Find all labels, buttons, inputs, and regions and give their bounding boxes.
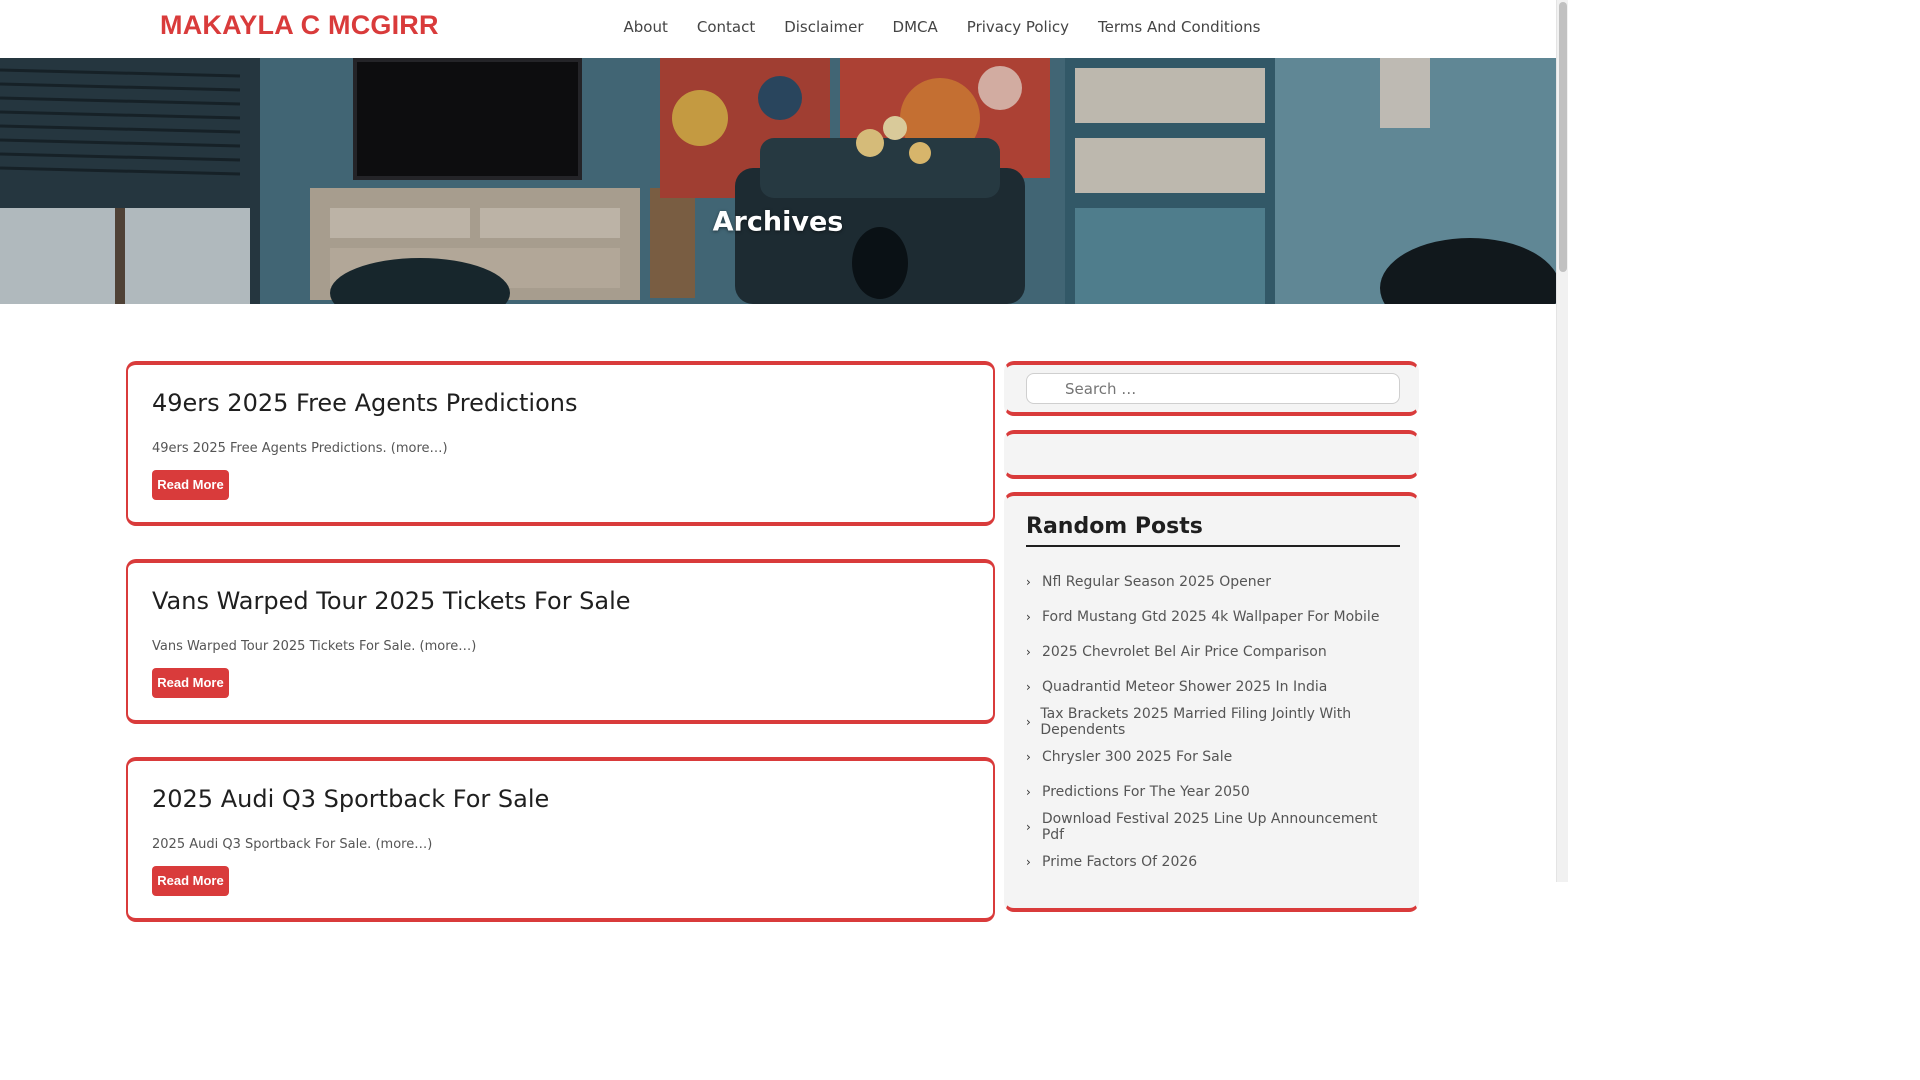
main-nav: About Contact Disclaimer DMCA Privacy Po…: [609, 17, 1275, 37]
list-item[interactable]: › Prime Factors Of 2026: [1026, 845, 1400, 880]
more-link[interactable]: (more…): [391, 441, 448, 456]
post-excerpt: 49ers 2025 Free Agents Predictions. (mor…: [152, 441, 448, 456]
post-excerpt-text: 49ers 2025 Free Agents Predictions.: [152, 441, 387, 456]
post-excerpt-text: 2025 Audi Q3 Sportback For Sale.: [152, 837, 372, 852]
chevron-right-icon: ›: [1026, 644, 1031, 659]
random-posts-list: › Nfl Regular Season 2025 Opener › Ford Mu…: [1026, 564, 1400, 880]
random-post-link[interactable]: Quadrantid Meteor Shower 2025 In India: [1042, 679, 1327, 695]
site-brand[interactable]: MAKAYLA C MCGIRR: [160, 10, 439, 41]
post-excerpt: 2025 Audi Q3 Sportback For Sale. (more…): [152, 837, 432, 852]
chevron-right-icon: ›: [1026, 750, 1031, 765]
random-post-link[interactable]: 2025 Chevrolet Bel Air Price Comparison: [1042, 644, 1327, 660]
random-post-link[interactable]: Chrysler 300 2025 For Sale: [1042, 749, 1232, 765]
chevron-right-icon: ›: [1026, 574, 1031, 589]
random-post-link[interactable]: Ford Mustang Gtd 2025 4k Wallpaper For M…: [1042, 609, 1379, 625]
list-item[interactable]: › Nfl Regular Season 2025 Opener: [1026, 564, 1400, 599]
random-post-link[interactable]: Nfl Regular Season 2025 Opener: [1042, 574, 1271, 590]
post-card: Vans Warped Tour 2025 Tickets For Sale V…: [126, 559, 995, 724]
post-excerpt: Vans Warped Tour 2025 Tickets For Sale. …: [152, 639, 476, 654]
read-more-button[interactable]: Read More: [152, 866, 229, 896]
list-item[interactable]: › Predictions For The Year 2050: [1026, 775, 1400, 810]
post-title[interactable]: 2025 Audi Q3 Sportback For Sale: [152, 785, 549, 813]
nav-about[interactable]: About: [609, 17, 682, 37]
random-post-link[interactable]: Prime Factors Of 2026: [1042, 854, 1197, 870]
search-input[interactable]: [1026, 373, 1400, 404]
site-header: MAKAYLA C MCGIRR About Contact Disclaime…: [0, 0, 1556, 58]
read-more-button[interactable]: Read More: [152, 668, 229, 698]
random-post-link[interactable]: Download Festival 2025 Line Up Announcem…: [1042, 811, 1400, 843]
list-item[interactable]: › Ford Mustang Gtd 2025 4k Wallpaper For …: [1026, 599, 1400, 634]
nav-disclaimer[interactable]: Disclaimer: [770, 17, 878, 37]
chevron-right-icon: ›: [1026, 679, 1031, 694]
page-scrollbar[interactable]: [1556, 0, 1568, 882]
post-card: 2025 Audi Q3 Sportback For Sale 2025 Aud…: [126, 757, 995, 922]
sidebar-widget-empty: [1004, 430, 1419, 479]
nav-terms[interactable]: Terms And Conditions: [1084, 17, 1275, 37]
read-more-button[interactable]: Read More: [152, 470, 229, 500]
nav-contact[interactable]: Contact: [682, 17, 769, 37]
random-post-link[interactable]: Tax Brackets 2025 Married Filing Jointly…: [1040, 706, 1400, 738]
random-posts-title: Random Posts: [1026, 514, 1400, 547]
list-item[interactable]: › Quadrantid Meteor Shower 2025 In India: [1026, 669, 1400, 704]
nav-dmca[interactable]: DMCA: [878, 17, 952, 37]
page-title: Archives: [712, 206, 844, 238]
chevron-right-icon: ›: [1026, 855, 1031, 870]
chevron-right-icon: ›: [1026, 785, 1031, 800]
hero-banner: Archives: [0, 58, 1556, 304]
post-title[interactable]: Vans Warped Tour 2025 Tickets For Sale: [152, 587, 631, 615]
hero-background-image: [0, 58, 1556, 304]
list-item[interactable]: › Chrysler 300 2025 For Sale: [1026, 739, 1400, 774]
random-posts-widget: Random Posts › Nfl Regular Season 2025 Op…: [1004, 492, 1419, 912]
post-excerpt-text: Vans Warped Tour 2025 Tickets For Sale.: [152, 639, 416, 654]
more-link[interactable]: (more…): [375, 837, 432, 852]
list-item[interactable]: › Download Festival 2025 Line Up Announce…: [1026, 810, 1400, 845]
list-item[interactable]: › Tax Brackets 2025 Married Filing Jointl…: [1026, 704, 1400, 739]
chevron-right-icon: ›: [1026, 820, 1031, 835]
chevron-right-icon: ›: [1026, 714, 1031, 729]
chevron-right-icon: ›: [1026, 609, 1031, 624]
search-widget: [1004, 361, 1419, 416]
list-item[interactable]: › 2025 Chevrolet Bel Air Price Comparison: [1026, 634, 1400, 669]
post-title[interactable]: 49ers 2025 Free Agents Predictions: [152, 389, 577, 417]
scrollbar-thumb[interactable]: [1559, 2, 1567, 272]
random-post-link[interactable]: Predictions For The Year 2050: [1042, 784, 1250, 800]
more-link[interactable]: (more…): [420, 639, 477, 654]
nav-privacy-policy[interactable]: Privacy Policy: [952, 17, 1083, 37]
post-card: 49ers 2025 Free Agents Predictions 49ers…: [126, 361, 995, 526]
